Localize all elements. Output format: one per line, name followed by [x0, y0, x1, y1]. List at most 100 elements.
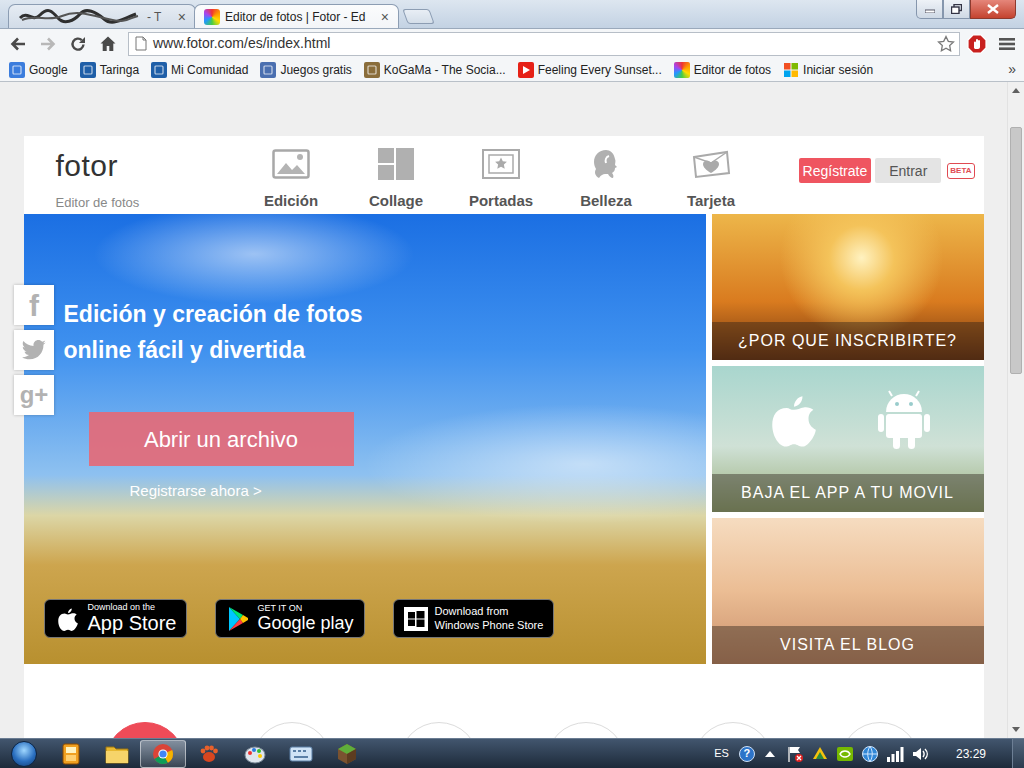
- start-button[interactable]: [0, 739, 48, 768]
- nav-item[interactable]: Belleza: [554, 148, 659, 213]
- up-arrow-icon: [1012, 88, 1020, 93]
- tile-caption[interactable]: VISITA EL BLOG: [712, 626, 984, 664]
- arrow-icon[interactable]: [761, 745, 780, 763]
- redaction-scribble: [18, 9, 142, 25]
- colors-icon[interactable]: [811, 745, 830, 763]
- open-file-button[interactable]: Abrir un archivo: [89, 412, 354, 466]
- tile-caption[interactable]: BAJA EL APP A TU MOVIL: [712, 474, 984, 512]
- maximize-button[interactable]: [943, 0, 970, 19]
- login-button[interactable]: Entrar: [875, 158, 941, 183]
- nav-item[interactable]: Edición: [239, 148, 344, 213]
- tile-caption[interactable]: ¿POR QUE INSCRIBIRTE?: [712, 322, 984, 360]
- taskbar-app[interactable]: [324, 740, 370, 768]
- register-button[interactable]: Regístrate: [799, 158, 872, 183]
- taskbar-app[interactable]: [94, 740, 140, 768]
- new-tab-button[interactable]: [402, 9, 434, 24]
- promo-tile[interactable]: BAJA EL APP A TU MOVIL: [712, 366, 984, 512]
- nav-item[interactable]: Tarjeta: [659, 148, 764, 213]
- tab-close-button[interactable]: ×: [176, 10, 188, 24]
- bookmarks-bar: GoogleTaringaMi ComunidadJuegos gratisKo…: [0, 58, 1024, 82]
- windows-store-badge[interactable]: Download fromWindows Phone Store: [393, 599, 555, 638]
- google-glyph[interactable]: g+: [20, 377, 49, 413]
- bookmark-item[interactable]: KoGaMa - The Socia...: [359, 61, 511, 79]
- site-logo[interactable]: fotorEditor de fotos: [56, 148, 239, 213]
- bookmark-item[interactable]: Google: [4, 61, 73, 79]
- feature-circle[interactable]: [693, 722, 773, 738]
- nvidia-icon[interactable]: [836, 745, 855, 763]
- bookmark-item[interactable]: Feeling Every Sunset...: [513, 61, 667, 79]
- nav-label[interactable]: Belleza: [580, 190, 632, 213]
- close-button[interactable]: [970, 0, 1016, 19]
- google-logo-icon: [226, 606, 250, 632]
- nav-item[interactable]: Collage: [344, 148, 449, 213]
- bookmark-item[interactable]: Taringa: [75, 61, 144, 79]
- promo-tile[interactable]: ¿POR QUE INSCRIBIRTE?: [712, 214, 984, 360]
- url-text[interactable]: www.fotor.com/es/index.html: [153, 33, 931, 54]
- adblock-extension-button[interactable]: [963, 32, 990, 56]
- google-store-badge[interactable]: GET IT ONGoogle play: [215, 599, 364, 638]
- feature-circle[interactable]: [399, 722, 479, 738]
- nav-label[interactable]: Portadas: [469, 190, 533, 213]
- promo-tile[interactable]: VISITA EL BLOG: [712, 518, 984, 664]
- apple-store-badge[interactable]: Download on theApp Store: [44, 599, 188, 638]
- scroll-down-button[interactable]: [1008, 721, 1024, 738]
- feature-circle[interactable]: [840, 722, 920, 738]
- feature-circle[interactable]: [252, 722, 332, 738]
- minimize-button[interactable]: [916, 0, 943, 19]
- logo-text[interactable]: fotor: [56, 151, 239, 181]
- scroll-up-button[interactable]: [1008, 82, 1024, 99]
- nav-label[interactable]: Edición: [264, 190, 318, 213]
- facebook-glyph[interactable]: f: [29, 283, 39, 328]
- twitter-share-button[interactable]: [14, 330, 54, 370]
- platform-icons: [712, 366, 984, 474]
- promo-tiles: ¿POR QUE INSCRIBIRTE? BAJA EL APP A TU MO…: [712, 214, 984, 664]
- more-bookmarks-button[interactable]: »: [1004, 59, 1020, 80]
- apple-logo-icon: [55, 606, 81, 632]
- scroll-thumb[interactable]: [1010, 127, 1022, 374]
- vertical-scrollbar[interactable]: [1007, 82, 1024, 738]
- menu-button[interactable]: [993, 32, 1020, 56]
- close-icon: [987, 4, 999, 14]
- browser-tab[interactable]: Editor de fotos | Fotor - Ed×: [194, 4, 399, 28]
- bookmark-item[interactable]: Iniciar sesión: [778, 61, 878, 79]
- nav-label[interactable]: Collage: [369, 190, 423, 213]
- address-bar[interactable]: www.fotor.com/es/index.html: [128, 32, 960, 56]
- forward-arrow-button[interactable]: [34, 32, 61, 56]
- bookmark-star-icon[interactable]: [937, 35, 955, 53]
- reload-button[interactable]: [64, 32, 91, 56]
- network-icon[interactable]: [886, 745, 905, 763]
- google-share-button[interactable]: g+: [14, 375, 54, 415]
- nav-item[interactable]: Portadas: [449, 148, 554, 213]
- windows-logo-icon: [404, 607, 428, 631]
- tab-close-button[interactable]: ×: [379, 10, 391, 24]
- taskbar-app[interactable]: [186, 740, 232, 768]
- browser-tab[interactable]: - T×: [8, 4, 196, 28]
- help-button[interactable]: ?: [739, 746, 755, 762]
- feature-circle[interactable]: [105, 722, 185, 738]
- clock[interactable]: 23:29: [956, 745, 986, 763]
- globe-icon[interactable]: [861, 745, 880, 763]
- facebook-share-button[interactable]: f: [14, 285, 54, 325]
- taskbar-app[interactable]: [278, 740, 324, 768]
- taskbar-app[interactable]: [48, 740, 94, 768]
- store-text: Download fromWindows Phone Store: [435, 605, 544, 631]
- bookmark-item[interactable]: Editor de fotos: [669, 61, 776, 79]
- taskbar-app[interactable]: [232, 740, 278, 768]
- nav-label[interactable]: Tarjeta: [687, 190, 735, 213]
- show-desktop-button[interactable]: [1012, 739, 1024, 768]
- volume-icon[interactable]: [911, 745, 930, 763]
- bookmark-item[interactable]: Juegos gratis: [255, 61, 356, 79]
- scroll-track[interactable]: [1008, 99, 1024, 721]
- back-arrow-button[interactable]: [4, 32, 31, 56]
- bookmark-item[interactable]: Mi Comunidad: [146, 61, 253, 79]
- taskbar-app[interactable]: [140, 740, 186, 768]
- register-now-link[interactable]: Registrarse ahora >: [130, 480, 262, 503]
- flag-icon[interactable]: [786, 745, 805, 763]
- site-favicon: [364, 62, 380, 78]
- language-indicator[interactable]: ES: [714, 745, 729, 762]
- windows-orb-icon[interactable]: [11, 741, 37, 767]
- viewport: fotorEditor de fotos Edición Collage Portad…: [0, 82, 1024, 738]
- feature-circle[interactable]: [546, 722, 626, 738]
- down-arrow-icon: [1012, 727, 1020, 732]
- home-button[interactable]: [94, 32, 121, 56]
